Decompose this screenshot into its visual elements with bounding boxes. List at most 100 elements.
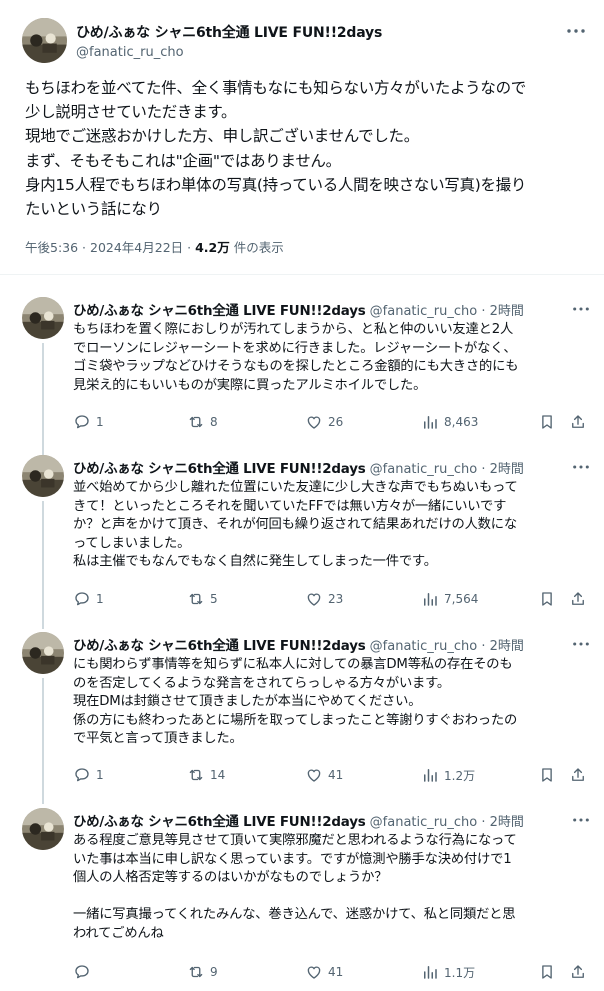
views-icon [421, 413, 439, 431]
share-icon [569, 963, 587, 981]
share-button[interactable] [569, 413, 587, 431]
display-name[interactable]: ひめ/ふぁな シャニ6th全通 LIVE FUN!!2days [73, 462, 366, 477]
view-count: 8,463 [444, 415, 479, 429]
like-count: 41 [328, 965, 344, 979]
reply-header: ひめ/ふぁな シャニ6th全通 LIVE FUN!!2days @fanatic… [73, 457, 524, 477]
repost-button[interactable]: 5 [187, 590, 218, 608]
more-icon[interactable] [572, 303, 590, 315]
post-time[interactable]: 午後5:36 · 2024年4月22日 · [25, 240, 195, 255]
like-icon [305, 413, 323, 431]
avatar-image [22, 808, 64, 850]
share-icon [569, 413, 587, 431]
share-button[interactable] [569, 963, 587, 981]
display-name[interactable]: ひめ/ふぁな シャニ6th全通 LIVE FUN!!2days [73, 304, 366, 319]
reply-button[interactable]: 1 [73, 413, 104, 431]
like-count: 26 [328, 415, 344, 429]
bookmark-icon [538, 963, 556, 981]
share-icon [569, 590, 587, 608]
repost-icon [187, 963, 205, 981]
view-label: 件の表示 [229, 240, 284, 255]
reply-icon [73, 963, 91, 981]
views-icon [421, 590, 439, 608]
bookmark-button[interactable] [538, 963, 556, 981]
like-count: 23 [328, 592, 344, 606]
repost-button[interactable]: 8 [187, 413, 218, 431]
handle[interactable]: @fanatic_ru_cho [76, 45, 184, 60]
views-button[interactable]: 7,564 [421, 590, 478, 608]
handle[interactable]: @fanatic_ru_cho · 2時間 [370, 815, 524, 830]
views-button[interactable]: 1.2万 [421, 766, 475, 784]
views-icon [421, 766, 439, 784]
like-button[interactable]: 26 [305, 413, 343, 431]
reply-icon [73, 413, 91, 431]
avatar-image [22, 455, 64, 497]
reply-button[interactable] [73, 963, 96, 981]
handle[interactable]: @fanatic_ru_cho · 2時間 [370, 639, 524, 654]
avatar[interactable] [22, 18, 67, 63]
post-text: もちほわを並べてた件、全く事情もなにも知らない方々がいたようなので 少し説明させ… [25, 79, 527, 219]
action-bar: 9 41 1.1万 [73, 963, 593, 983]
handle[interactable]: @fanatic_ru_cho · 2時間 [370, 304, 524, 319]
thread-line [42, 678, 44, 804]
views-button[interactable]: 1.1万 [421, 963, 475, 981]
like-button[interactable]: 41 [305, 766, 343, 784]
reply-count: 1 [96, 592, 104, 606]
avatar-image [22, 632, 64, 674]
action-bar: 1 14 41 1.2万 [73, 766, 593, 786]
repost-count: 9 [210, 965, 218, 979]
like-button[interactable]: 41 [305, 963, 343, 981]
views-icon [421, 963, 439, 981]
bookmark-button[interactable] [538, 590, 556, 608]
avatar[interactable] [22, 455, 64, 497]
reply-count: 1 [96, 415, 104, 429]
like-icon [305, 590, 323, 608]
like-icon [305, 766, 323, 784]
more-icon[interactable] [572, 638, 590, 650]
reply-button[interactable]: 1 [73, 766, 104, 784]
share-button[interactable] [569, 590, 587, 608]
more-icon[interactable] [566, 24, 586, 38]
repost-button[interactable]: 9 [187, 963, 218, 981]
reply-text: もちほわを置く際におしりが汚れてしまうから、と私と仲のいい友達と2人 でローソン… [73, 322, 519, 393]
view-count: 1.2万 [444, 768, 476, 783]
reply-text: 並べ始めてから少し離れた位置にいた友達に少し大きな声でもちぬいもって きて！とい… [73, 480, 518, 569]
share-icon [569, 766, 587, 784]
bookmark-icon [538, 590, 556, 608]
share-button[interactable] [569, 766, 587, 784]
avatar[interactable] [22, 632, 64, 674]
reply-header: ひめ/ふぁな シャニ6th全通 LIVE FUN!!2days @fanatic… [73, 810, 524, 830]
avatar[interactable] [22, 808, 64, 850]
bookmark-button[interactable] [538, 413, 556, 431]
bookmark-button[interactable] [538, 766, 556, 784]
repost-icon [187, 590, 205, 608]
display-name[interactable]: ひめ/ふぁな シャニ6th全通 LIVE FUN!!2days [73, 815, 366, 830]
more-icon[interactable] [572, 814, 590, 826]
reply-text: ある程度ご意見等見させて頂いて実際邪魔だと思われるような行為になって いた事は本… [73, 833, 517, 941]
divider [0, 274, 604, 275]
thread-line [42, 501, 44, 629]
avatar[interactable] [22, 297, 64, 339]
repost-count: 8 [210, 415, 218, 429]
like-count: 41 [328, 768, 344, 782]
action-bar: 1 5 23 7,564 [73, 590, 593, 610]
display-name[interactable]: ひめ/ふぁな シャニ6th全通 LIVE FUN!!2days [76, 22, 382, 42]
post-meta: 午後5:36 · 2024年4月22日 · 4.2万 件の表示 [25, 237, 284, 256]
reply-header: ひめ/ふぁな シャニ6th全通 LIVE FUN!!2days @fanatic… [73, 299, 524, 319]
like-icon [305, 963, 323, 981]
view-count: 1.1万 [444, 965, 476, 980]
reply-button[interactable]: 1 [73, 590, 104, 608]
repost-icon [187, 766, 205, 784]
like-button[interactable]: 23 [305, 590, 343, 608]
bookmark-icon [538, 766, 556, 784]
reply-text: にも関わらず事情等を知らずに私本人に対しての暴言DM等私の存在そのも のを否定し… [73, 657, 518, 746]
repost-button[interactable]: 14 [187, 766, 225, 784]
view-count: 7,564 [444, 592, 479, 606]
repost-count: 5 [210, 592, 218, 606]
avatar-image [22, 18, 67, 63]
more-icon[interactable] [572, 461, 590, 473]
display-name[interactable]: ひめ/ふぁな シャニ6th全通 LIVE FUN!!2days [73, 639, 366, 654]
reply-icon [73, 766, 91, 784]
views-button[interactable]: 8,463 [421, 413, 478, 431]
action-bar: 1 8 26 8,463 [73, 413, 593, 433]
handle[interactable]: @fanatic_ru_cho · 2時間 [370, 462, 524, 477]
